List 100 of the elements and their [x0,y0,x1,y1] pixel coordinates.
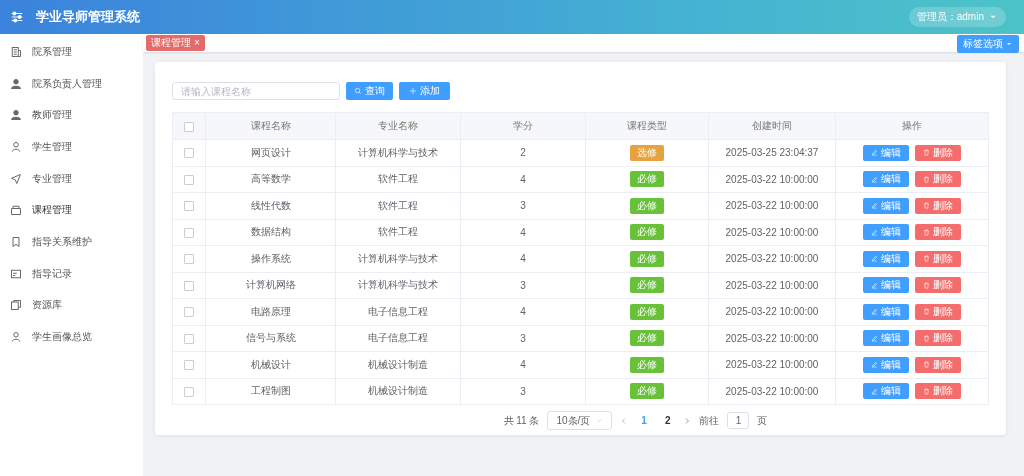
trash-icon [923,255,930,263]
row-checkbox[interactable] [184,148,194,159]
edit-button[interactable]: 编辑 [863,330,909,347]
select-all-checkbox[interactable] [184,121,194,132]
course-type-tag: 必修 [630,383,664,400]
row-checkbox[interactable] [184,280,194,291]
edit-button[interactable]: 编辑 [863,356,909,373]
table-cell: 软件工程 [335,219,461,246]
table-cell: 软件工程 [335,166,461,193]
table-cell: 电路原理 [205,298,336,325]
table-cell: 4 [460,166,586,193]
menu-icon [10,10,24,24]
trash-icon [923,175,930,183]
row-checkbox[interactable] [184,307,194,318]
sidebar-item[interactable]: 专业管理 [0,162,143,195]
table-cell: 2025-03-22 10:00:00 [708,351,836,378]
delete-button[interactable]: 删除 [915,356,961,373]
edit-button[interactable]: 编辑 [863,144,909,161]
delete-button[interactable]: 删除 [915,383,961,400]
sidebar-item[interactable]: 院系管理 [0,36,143,68]
table-cell: 数据结构 [205,219,336,246]
app-title: 学业导师管理系统 [36,8,141,26]
column-header: 创建时间 [708,112,836,140]
page-tab[interactable]: 课程管理 × [146,35,205,51]
pencil-icon [871,228,878,236]
row-checkbox[interactable] [184,174,194,185]
search-button[interactable]: 查询 [346,82,393,100]
table-cell: 3 [460,272,586,299]
sidebar-item[interactable]: 学生管理 [0,131,143,163]
column-header: 操作 [835,112,989,140]
column-header: 课程名称 [205,112,336,140]
pencil-icon [871,175,878,183]
delete-button[interactable]: 删除 [915,250,961,267]
column-header: 课程类型 [585,112,709,140]
delete-button[interactable]: 删除 [915,144,961,161]
trash-icon [923,308,930,316]
nav-icon [10,299,22,312]
page-size-select[interactable]: 10条/页 [547,411,613,430]
table-cell: 网页设计 [205,139,336,166]
close-button[interactable]: × [194,37,200,49]
sidebar-item[interactable]: 资源库 [0,289,143,322]
delete-button[interactable]: 删除 [915,277,961,294]
user-menu[interactable]: 管理员：admin [908,7,1006,27]
sidebar-item[interactable]: 指导记录 [0,257,143,290]
course-type-tag: 必修 [630,197,664,214]
edit-button[interactable]: 编辑 [863,303,909,320]
page-number[interactable]: 2 [659,415,676,426]
row-checkbox[interactable] [184,360,194,371]
plus-icon [409,87,417,95]
sidebar-item[interactable]: 教师管理 [0,99,143,132]
delete-button[interactable]: 删除 [915,330,961,347]
search-field[interactable]: 请输入课程名称 [172,82,340,100]
table-cell: 2025-03-22 10:00:00 [708,325,836,352]
table-cell: 2025-03-22 10:00:00 [708,219,836,246]
row-checkbox[interactable] [184,386,194,397]
sidebar-item[interactable]: 学生画像总览 [0,321,143,353]
delete-button[interactable]: 删除 [915,171,961,188]
delete-button[interactable]: 删除 [915,224,961,241]
delete-button[interactable]: 删除 [915,197,961,214]
nav-icon [10,267,22,280]
row-checkbox[interactable] [184,333,194,344]
next-page-icon[interactable] [683,416,692,425]
nav-icon [10,235,22,248]
page-suffix: 页 [757,413,768,428]
course-type-tag: 必修 [630,303,664,320]
page-input[interactable]: 1 [727,412,750,429]
table-cell: 3 [460,378,586,405]
caret-icon [1005,40,1013,48]
table-cell: 计算机科学与技术 [335,245,461,272]
edit-button[interactable]: 编辑 [863,250,909,267]
sidebar-item[interactable]: 院系负责人管理 [0,67,143,100]
row-checkbox[interactable] [184,227,194,238]
column-header: 专业名称 [335,112,461,140]
chevron-down-icon [596,417,604,424]
pencil-icon [871,202,878,210]
delete-button[interactable]: 删除 [915,303,961,320]
pencil-icon [871,361,878,369]
total-count: 共 11 条 [503,413,540,428]
pencil-icon [871,387,878,395]
trash-icon [923,228,930,236]
course-type-tag: 必修 [630,356,664,373]
table-cell: 3 [460,325,586,352]
pencil-icon [871,308,878,316]
course-type-tag: 必修 [630,250,664,267]
sidebar-item[interactable]: 指导关系维护 [0,226,143,258]
page-number[interactable]: 1 [636,415,652,426]
table-cell: 2025-03-22 10:00:00 [708,192,836,219]
edit-button[interactable]: 编辑 [863,224,909,241]
add-button[interactable]: 添加 [399,82,450,100]
course-type-tag: 必修 [630,224,664,241]
edit-button[interactable]: 编辑 [863,383,909,400]
edit-button[interactable]: 编辑 [863,197,909,214]
row-checkbox[interactable] [184,201,194,212]
table-cell: 2025-03-22 10:00:00 [708,245,836,272]
trash-icon [923,281,930,289]
row-checkbox[interactable] [184,254,194,265]
table-cell: 线性代数 [205,192,336,219]
tag-options-button[interactable]: 标签选项 [957,35,1019,53]
edit-button[interactable]: 编辑 [863,277,909,294]
edit-button[interactable]: 编辑 [863,171,909,188]
